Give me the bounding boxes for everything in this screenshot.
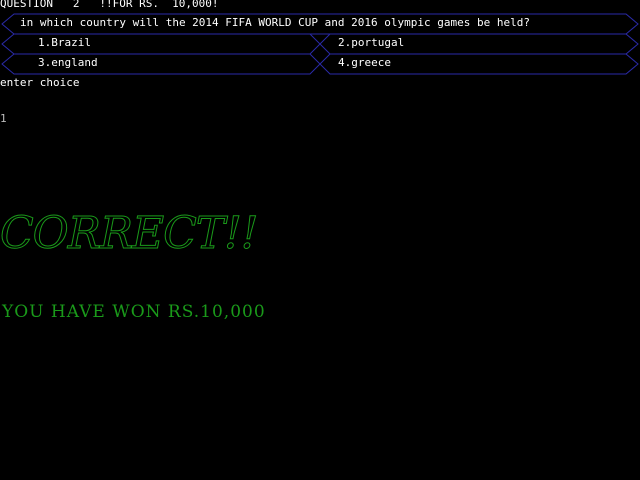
option-3[interactable]: 3.england [38,57,98,69]
win-message: YOU HAVE WON RS.10,000 [2,302,266,322]
entered-choice[interactable]: 1 [0,113,7,125]
enter-choice-prompt: enter choice [0,76,80,89]
question-text: in which country will the 2014 FIFA WORL… [20,16,530,29]
question-header: QUESTION 2 !!FOR RS. 10,000! [0,0,219,10]
option-2[interactable]: 2.portugal [338,37,404,49]
option-1[interactable]: 1.Brazil [38,37,91,49]
correct-headline: CORRECT!! [0,208,259,260]
option-4[interactable]: 4.greece [338,57,391,69]
